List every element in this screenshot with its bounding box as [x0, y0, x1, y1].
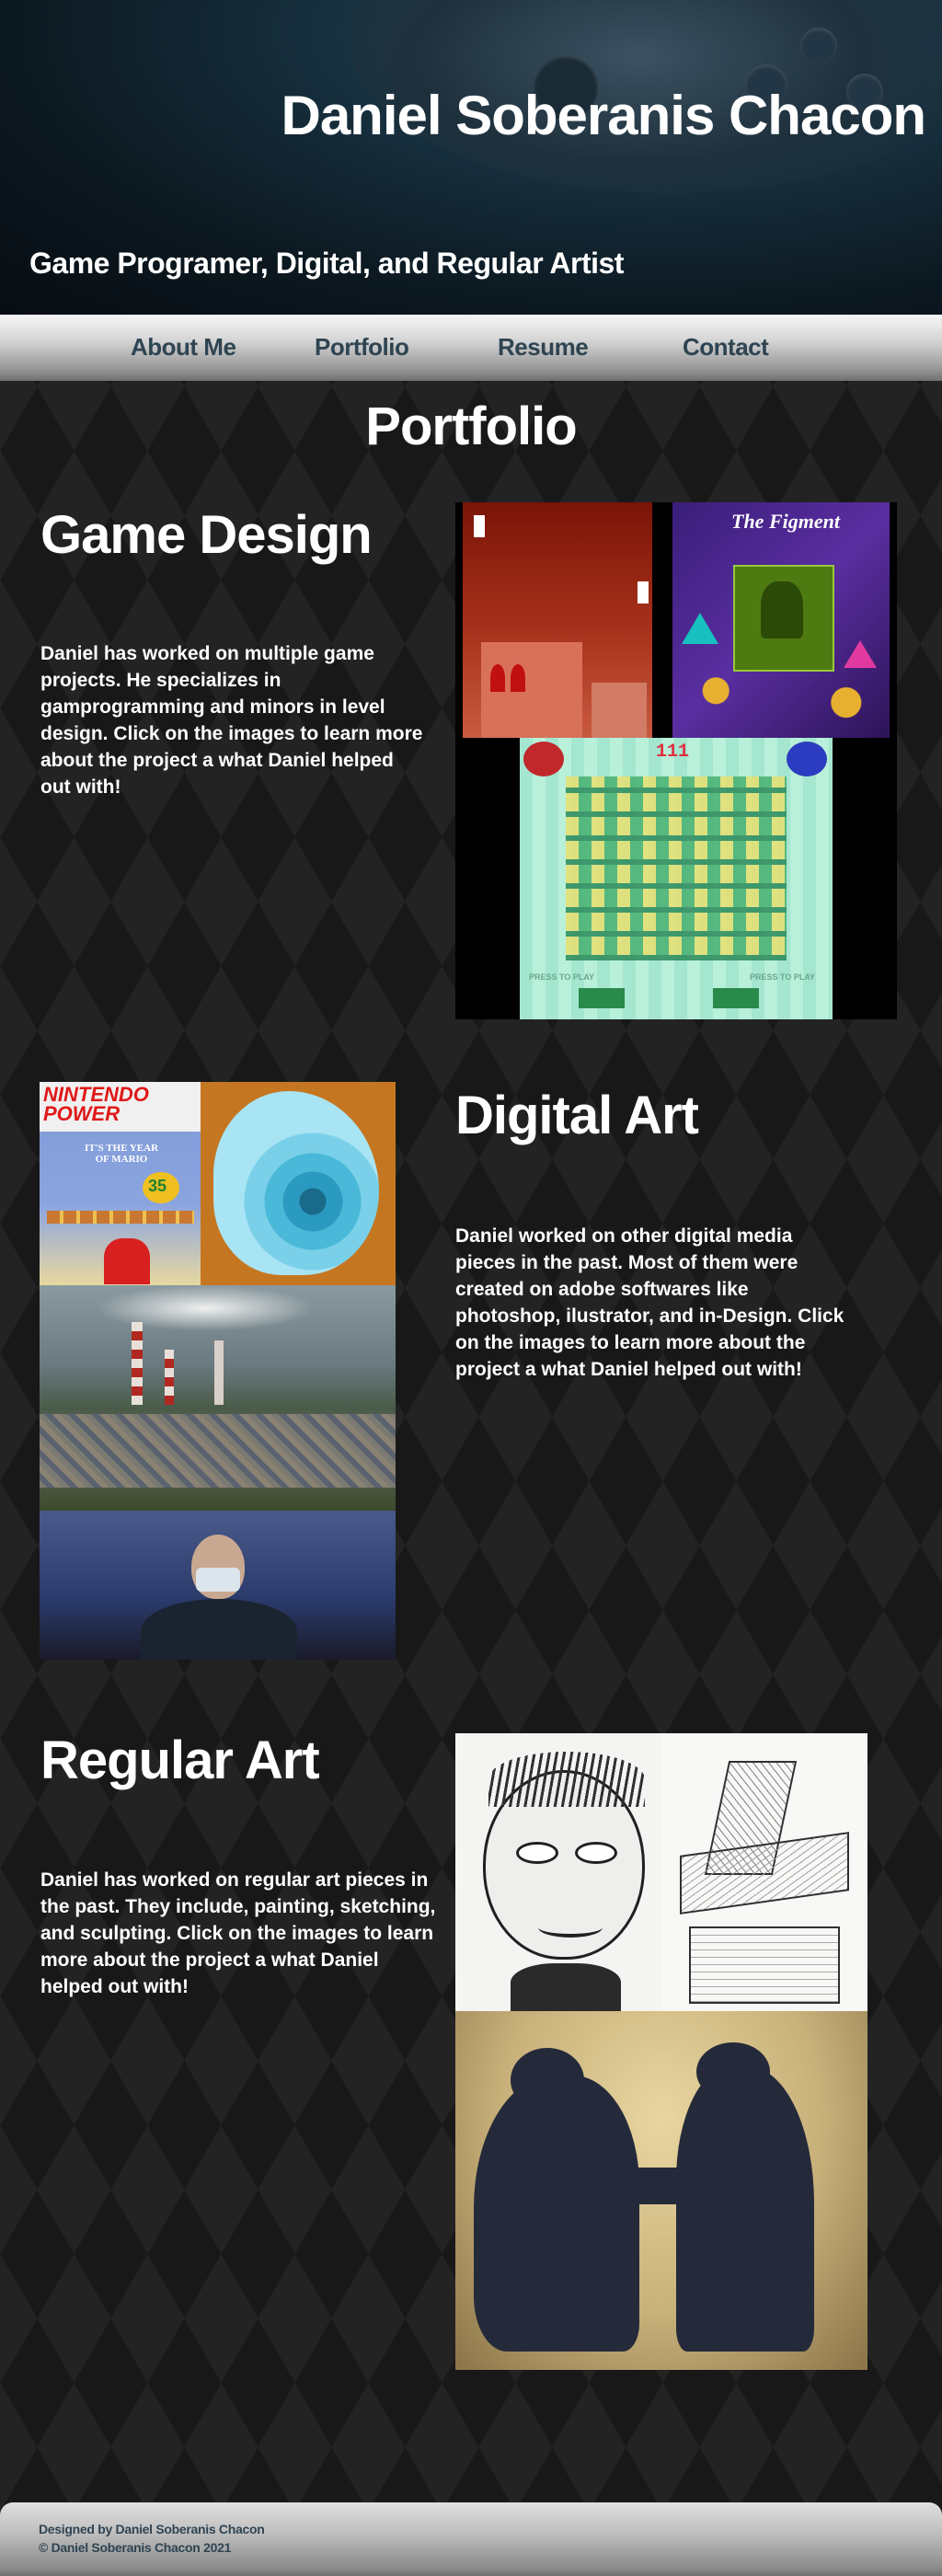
site-title: Daniel Soberanis Chacon — [281, 85, 926, 146]
arcade-score: 111 — [656, 742, 690, 763]
digital-thumb-portrait[interactable] — [40, 1511, 396, 1660]
section-text-regular-art: Daniel has worked on regular art pieces … — [40, 1869, 436, 1997]
page-title: Portfolio — [365, 397, 577, 456]
digital-thumb-nautilus[interactable] — [201, 1082, 396, 1285]
site-tagline: Game Programer, Digital, and Regular Art… — [29, 247, 624, 280]
nav-about-me[interactable]: About Me — [131, 335, 236, 359]
main-nav: About Me Portfolio Resume Contact — [0, 315, 942, 381]
site-footer: Designed by Daniel Soberanis Chacon © Da… — [0, 2502, 942, 2576]
nav-contact[interactable]: Contact — [683, 335, 769, 359]
regular-thumb-linocut[interactable] — [455, 2011, 867, 2370]
footer-designed-by: Designed by Daniel Soberanis Chacon — [39, 2522, 265, 2536]
section-title-regular-art: Regular Art — [40, 1731, 320, 1790]
game-thumb-the-figment[interactable]: The Figment — [672, 502, 890, 738]
magazine-headline: IT'S THE YEAR OF MARIO — [84, 1143, 159, 1166]
magazine-title: NINTENDO POWER — [43, 1083, 149, 1125]
digital-art-gallery: NINTENDO POWER IT'S THE YEAR OF MARIO 35 — [40, 1082, 396, 1660]
digital-thumb-magazine[interactable]: NINTENDO POWER IT'S THE YEAR OF MARIO 35 — [40, 1082, 201, 1285]
section-title-digital-art: Digital Art — [455, 1086, 699, 1145]
press-to-play-left: PRESS TO PLAY — [529, 972, 595, 982]
regular-thumb-architecture[interactable] — [661, 1733, 867, 2011]
game-design-gallery: The Figment 111 PRESS TO PLAY PRESS TO P… — [455, 502, 897, 1019]
site-header: Daniel Soberanis Chacon Game Programer, … — [0, 0, 942, 315]
section-title-game-design: Game Design — [40, 505, 373, 565]
magazine-badge: 35 — [148, 1177, 167, 1195]
section-text-digital-art: Daniel worked on other digital media pie… — [455, 1225, 844, 1380]
regular-thumb-self-portrait[interactable] — [455, 1733, 661, 2011]
regular-art-gallery — [455, 1733, 867, 2370]
figment-title: The Figment — [731, 510, 840, 533]
game-thumb-arcade[interactable]: 111 PRESS TO PLAY PRESS TO PLAY — [520, 738, 833, 1019]
nav-resume[interactable]: Resume — [498, 335, 589, 359]
game-thumb-platformer[interactable] — [463, 502, 652, 738]
section-text-game-design: Daniel has worked on multiple game proje… — [40, 643, 423, 798]
footer-copyright: © Daniel Soberanis Chacon 2021 — [39, 2540, 232, 2555]
digital-thumb-factory[interactable] — [40, 1285, 396, 1511]
press-to-play-right: PRESS TO PLAY — [750, 972, 816, 982]
nav-portfolio[interactable]: Portfolio — [315, 335, 409, 359]
